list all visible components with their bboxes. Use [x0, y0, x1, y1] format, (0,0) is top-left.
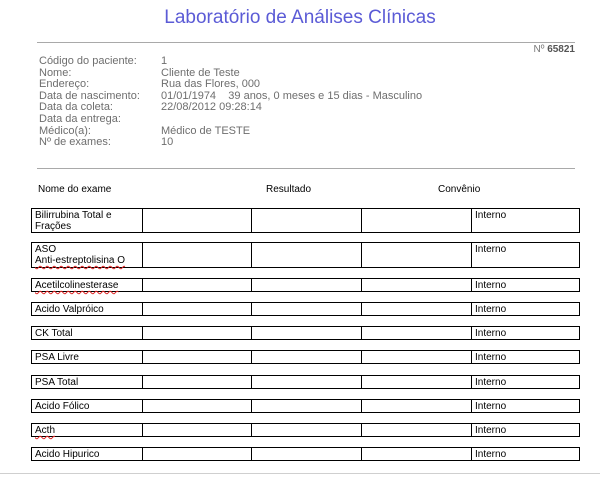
result-cell[interactable]	[362, 424, 472, 436]
insurance-cell: Interno	[475, 210, 507, 221]
exam-row: PSA Livre Interno	[31, 350, 580, 364]
order-number-value: 65821	[547, 44, 575, 55]
header-divider	[37, 42, 575, 43]
exam-count-value: 10	[161, 136, 174, 149]
col-header-exam: Nome do exame	[38, 184, 112, 195]
result-cell[interactable]	[143, 400, 252, 412]
result-cell[interactable]	[143, 243, 252, 267]
exam-name-cell: Bilirrubina Total e Frações	[32, 209, 143, 232]
result-cell[interactable]	[362, 279, 472, 291]
patient-code-label: Código do paciente:	[39, 55, 137, 67]
exam-name-cell: CK Total	[32, 327, 143, 339]
exam-row: Acido Fólico Interno	[31, 399, 580, 413]
exam-name-cell: Acido Fólico	[32, 400, 143, 412]
doctor-value: Médico de TESTE	[161, 124, 251, 137]
result-cell[interactable]	[252, 424, 362, 436]
exam-row: CK Total Interno	[31, 326, 580, 340]
exam-name-cell: PSA Total	[32, 376, 143, 388]
result-cell[interactable]	[362, 209, 472, 232]
collection-date-value: 22/08/2012 09:28:14	[161, 101, 262, 114]
result-cell[interactable]	[143, 424, 252, 436]
exam-name-cell: Acido Hipurico	[32, 448, 143, 460]
exam-row: Acth Interno	[31, 423, 580, 437]
result-cell[interactable]	[252, 448, 362, 460]
exam-name-line: Bilirrubina Total e	[35, 210, 112, 221]
insurance-cell: Interno	[475, 244, 507, 255]
order-prefix: Nº	[533, 44, 545, 55]
result-cell[interactable]	[362, 303, 472, 315]
result-cell[interactable]	[252, 327, 362, 339]
result-cell[interactable]	[362, 351, 472, 363]
result-cell[interactable]	[252, 303, 362, 315]
patient-code-value: 1	[161, 55, 168, 67]
exam-name-cell: PSA Livre	[32, 351, 143, 363]
exam-row: Acido Hipurico Interno	[31, 447, 580, 461]
exam-row: Bilirrubina Total e Frações Interno	[31, 208, 580, 233]
insurance-cell: Interno	[475, 328, 507, 339]
result-cell[interactable]	[143, 209, 252, 232]
result-cell[interactable]	[252, 279, 362, 291]
result-cell[interactable]	[252, 400, 362, 412]
exam-count-label: Nº de exames:	[39, 136, 111, 149]
col-header-insurance: Convênio	[438, 184, 481, 195]
insurance-cell: Interno	[475, 304, 507, 315]
result-cell[interactable]	[143, 351, 252, 363]
lab-title: Laboratório de Análises Clínicas	[164, 7, 436, 28]
delivery-date-label: Data da entrega:	[39, 112, 121, 125]
exam-row: PSA Total Interno	[31, 375, 580, 389]
exam-row: Acetilcolinesterase Interno	[31, 278, 580, 292]
exam-name-line: Frações	[35, 221, 72, 232]
insurance-cell: Interno	[475, 352, 507, 363]
exam-name-cell: Acth	[32, 424, 143, 436]
result-cell[interactable]	[252, 376, 362, 388]
patient-divider	[37, 168, 575, 169]
result-cell[interactable]	[143, 327, 252, 339]
result-cell[interactable]	[362, 400, 472, 412]
order-number: Nº 65821	[534, 44, 575, 55]
result-cell[interactable]	[362, 327, 472, 339]
result-cell[interactable]	[252, 351, 362, 363]
col-header-result: Resultado	[266, 184, 312, 195]
exam-row: ASO Anti-estreptolisina O Interno	[31, 242, 580, 268]
result-cell[interactable]	[362, 376, 472, 388]
exam-name-cell: Acetilcolinesterase	[32, 279, 143, 291]
insurance-cell: Interno	[475, 401, 507, 412]
exam-row: Acido Valpróico Interno	[31, 302, 580, 316]
insurance-cell: Interno	[475, 425, 507, 436]
exam-name-line: Anti-estreptolisina O	[35, 255, 126, 266]
exam-name-cell: Acido Valpróico	[32, 303, 143, 315]
insurance-cell: Interno	[475, 280, 507, 291]
page-bottom-edge	[0, 473, 600, 474]
result-cell[interactable]	[143, 303, 252, 315]
result-cell[interactable]	[143, 448, 252, 460]
exam-name-line: ASO	[35, 244, 57, 255]
result-cell[interactable]	[252, 209, 362, 232]
result-cell[interactable]	[362, 243, 472, 267]
result-cell[interactable]	[143, 376, 252, 388]
insurance-cell: Interno	[475, 377, 507, 388]
result-cell[interactable]	[143, 279, 252, 291]
result-cell[interactable]	[252, 243, 362, 267]
exam-name-cell: ASO Anti-estreptolisina O	[32, 243, 143, 267]
insurance-cell: Interno	[475, 449, 507, 460]
result-cell[interactable]	[362, 448, 472, 460]
